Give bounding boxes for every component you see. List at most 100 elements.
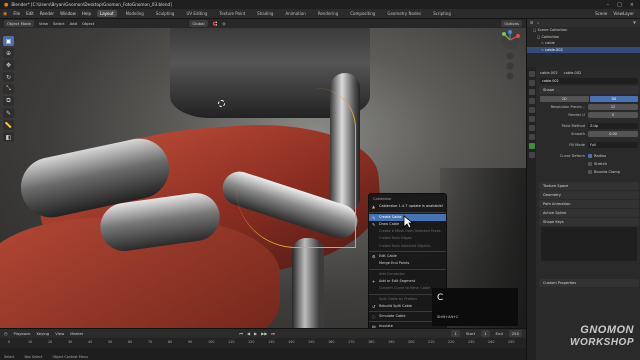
- step-back-icon[interactable]: ◀: [247, 331, 250, 336]
- workspace-tab-shading[interactable]: Shading: [254, 10, 276, 17]
- outliner-editor-icon[interactable]: ☰: [530, 21, 533, 25]
- timeline-menu-marker[interactable]: Marker: [70, 331, 83, 336]
- timeline-editor-icon[interactable]: ◷: [4, 331, 8, 336]
- timeline-menu-view[interactable]: View: [55, 331, 64, 336]
- shape-keys-list[interactable]: [541, 227, 637, 261]
- tool-tab-icon[interactable]: [528, 71, 535, 77]
- world-tab-icon[interactable]: [528, 107, 535, 113]
- dim-3d-button[interactable]: 3D: [589, 96, 638, 102]
- timeline-ruler[interactable]: 0 10 20 30 40 50 60 70 80 90 100 110 120 130 140 150 160…: [0, 339, 526, 347]
- menu-item-merge-end-points[interactable]: Merge End Points: [369, 260, 446, 267]
- menu-item-create-mesh-from-faces[interactable]: Create a Mesh from Selected Faces: [369, 228, 446, 235]
- viewport-menu-add[interactable]: Add: [70, 21, 77, 26]
- menu-window[interactable]: Window: [60, 11, 76, 16]
- close-icon[interactable]: ×: [630, 2, 634, 8]
- current-frame-field[interactable]: 1: [451, 330, 460, 337]
- material-tab-icon[interactable]: [528, 152, 535, 158]
- proportional-edit-icon[interactable]: ◎: [222, 21, 225, 26]
- snap-icon[interactable]: 🧲: [213, 21, 218, 26]
- selected-cable-outline[interactable]: [236, 88, 356, 248]
- menu-edit[interactable]: Edit: [26, 11, 34, 16]
- render-tab-icon[interactable]: [528, 80, 535, 86]
- mode-dropdown[interactable]: Object Mode: [4, 20, 34, 27]
- menu-help[interactable]: Help: [82, 11, 91, 16]
- section-geometry[interactable]: Geometry: [539, 191, 639, 199]
- axis-gizmo-icon[interactable]: [498, 30, 522, 86]
- radius-checkbox[interactable]: Radius: [588, 154, 606, 158]
- select-box-tool-icon[interactable]: ▣: [3, 36, 14, 46]
- workspace-tab-texture-paint[interactable]: Texture Paint: [216, 10, 248, 17]
- curve-data-tab-icon[interactable]: [528, 143, 535, 149]
- minimize-icon[interactable]: –: [607, 2, 610, 8]
- end-frame-field[interactable]: 250: [508, 330, 522, 337]
- maximize-icon[interactable]: □: [617, 2, 622, 8]
- navigation-gizmo[interactable]: [498, 30, 522, 86]
- dim-2d-button[interactable]: 2D: [540, 96, 589, 102]
- menu-item-create-from-edges[interactable]: Create from Edges: [369, 235, 446, 242]
- menu-item-create-from-objects[interactable]: Create from Selected Objects: [369, 243, 446, 250]
- output-tab-icon[interactable]: [528, 89, 535, 95]
- filter-icon[interactable]: ⧩: [633, 21, 636, 25]
- workspace-tab-animation[interactable]: Animation: [282, 10, 308, 17]
- scene-selector[interactable]: Scene: [595, 11, 607, 16]
- twist-method-dropdown[interactable]: Z-Up: [588, 123, 638, 129]
- outliner-row-selected[interactable]: ∿ cable.002: [527, 46, 640, 53]
- section-texture-space[interactable]: Texture Space: [539, 182, 639, 190]
- bounds-clamp-checkbox[interactable]: Bounds Clamp: [588, 170, 620, 174]
- annotate-tool-icon[interactable]: ✎: [3, 108, 14, 118]
- menu-render[interactable]: Render: [40, 11, 54, 16]
- scale-tool-icon[interactable]: ⤡: [3, 84, 14, 94]
- object-tab-icon[interactable]: [528, 116, 535, 122]
- rotate-tool-icon[interactable]: ↻: [3, 72, 14, 82]
- menu-item-add-connector[interactable]: Add Connector: [369, 271, 446, 278]
- cursor-tool-icon[interactable]: ⊕: [3, 48, 14, 58]
- orientation-dropdown[interactable]: Global: [189, 20, 208, 27]
- stretch-checkbox[interactable]: Stretch: [588, 162, 607, 166]
- scene-tab-icon[interactable]: [528, 98, 535, 104]
- smooth-field[interactable]: 0.00: [588, 131, 638, 137]
- jump-end-icon[interactable]: ⏭: [271, 331, 275, 336]
- timeline-tick: 40: [88, 340, 93, 344]
- section-custom-properties[interactable]: Custom Properties: [539, 279, 639, 287]
- play-icon[interactable]: ▶: [254, 331, 257, 336]
- render-u-field[interactable]: 0: [588, 112, 638, 118]
- transform-tool-icon[interactable]: ⧉: [3, 96, 14, 106]
- section-shape-keys[interactable]: Shape Keys: [539, 218, 639, 226]
- workspace-tab-modeling[interactable]: Modeling: [123, 10, 147, 17]
- move-tool-icon[interactable]: ✥: [3, 60, 14, 70]
- add-cube-tool-icon[interactable]: ◧: [3, 132, 14, 142]
- menu-item-edit-cable[interactable]: ⚙ Edit Cable: [369, 253, 446, 260]
- step-forward-icon[interactable]: ▶▶: [261, 331, 267, 336]
- viewport-menu-object[interactable]: Object: [82, 21, 94, 26]
- menu-item-add-edit-segment[interactable]: + Add or Edit Segment: [369, 278, 446, 285]
- data-block-name-field[interactable]: cable.002: [540, 78, 638, 84]
- outliner-search-icon[interactable]: ⌕: [537, 21, 539, 25]
- workspace-tab-geometry-nodes[interactable]: Geometry Nodes: [384, 10, 424, 17]
- fill-mode-dropdown[interactable]: Full: [588, 142, 638, 148]
- workspace-tab-layout[interactable]: Layout: [96, 10, 117, 17]
- modifier-tab-icon[interactable]: [528, 125, 535, 131]
- workspace-tab-compositing[interactable]: Compositing: [347, 10, 378, 17]
- menu-file[interactable]: File: [13, 11, 20, 16]
- section-path-animation[interactable]: Path Animation: [539, 200, 639, 208]
- blender-menu-icon[interactable]: ◉: [3, 11, 7, 17]
- workspace-tab-rendering[interactable]: Rendering: [315, 10, 341, 17]
- measure-tool-icon[interactable]: 📏: [3, 120, 14, 130]
- jump-start-icon[interactable]: ⏮: [239, 331, 243, 336]
- section-shape[interactable]: Shape: [539, 86, 639, 94]
- workspace-tab-sculpting[interactable]: Sculpting: [153, 10, 178, 17]
- resolution-preview-field[interactable]: 12: [588, 104, 638, 110]
- 3d-viewport[interactable]: [0, 28, 526, 328]
- viewport-menu-view[interactable]: View: [39, 21, 48, 26]
- timeline-menu-keying[interactable]: Keying: [36, 331, 49, 336]
- physics-tab-icon[interactable]: [528, 134, 535, 140]
- workspace-tab-uv-editing[interactable]: UV Editing: [183, 10, 210, 17]
- options-dropdown[interactable]: Options: [501, 20, 522, 27]
- workspace-tab-scripting[interactable]: Scripting: [430, 10, 454, 17]
- update-notice[interactable]: ▲ Cablerator 1.4.7 update is available!: [369, 203, 446, 210]
- section-active-spline[interactable]: Active Spline: [539, 209, 639, 217]
- timeline-menu-playback[interactable]: Playback: [14, 331, 31, 336]
- view-layer-selector[interactable]: ViewLayer: [613, 11, 634, 16]
- start-frame-field[interactable]: 1: [481, 330, 490, 337]
- viewport-menu-select[interactable]: Select: [53, 21, 65, 26]
